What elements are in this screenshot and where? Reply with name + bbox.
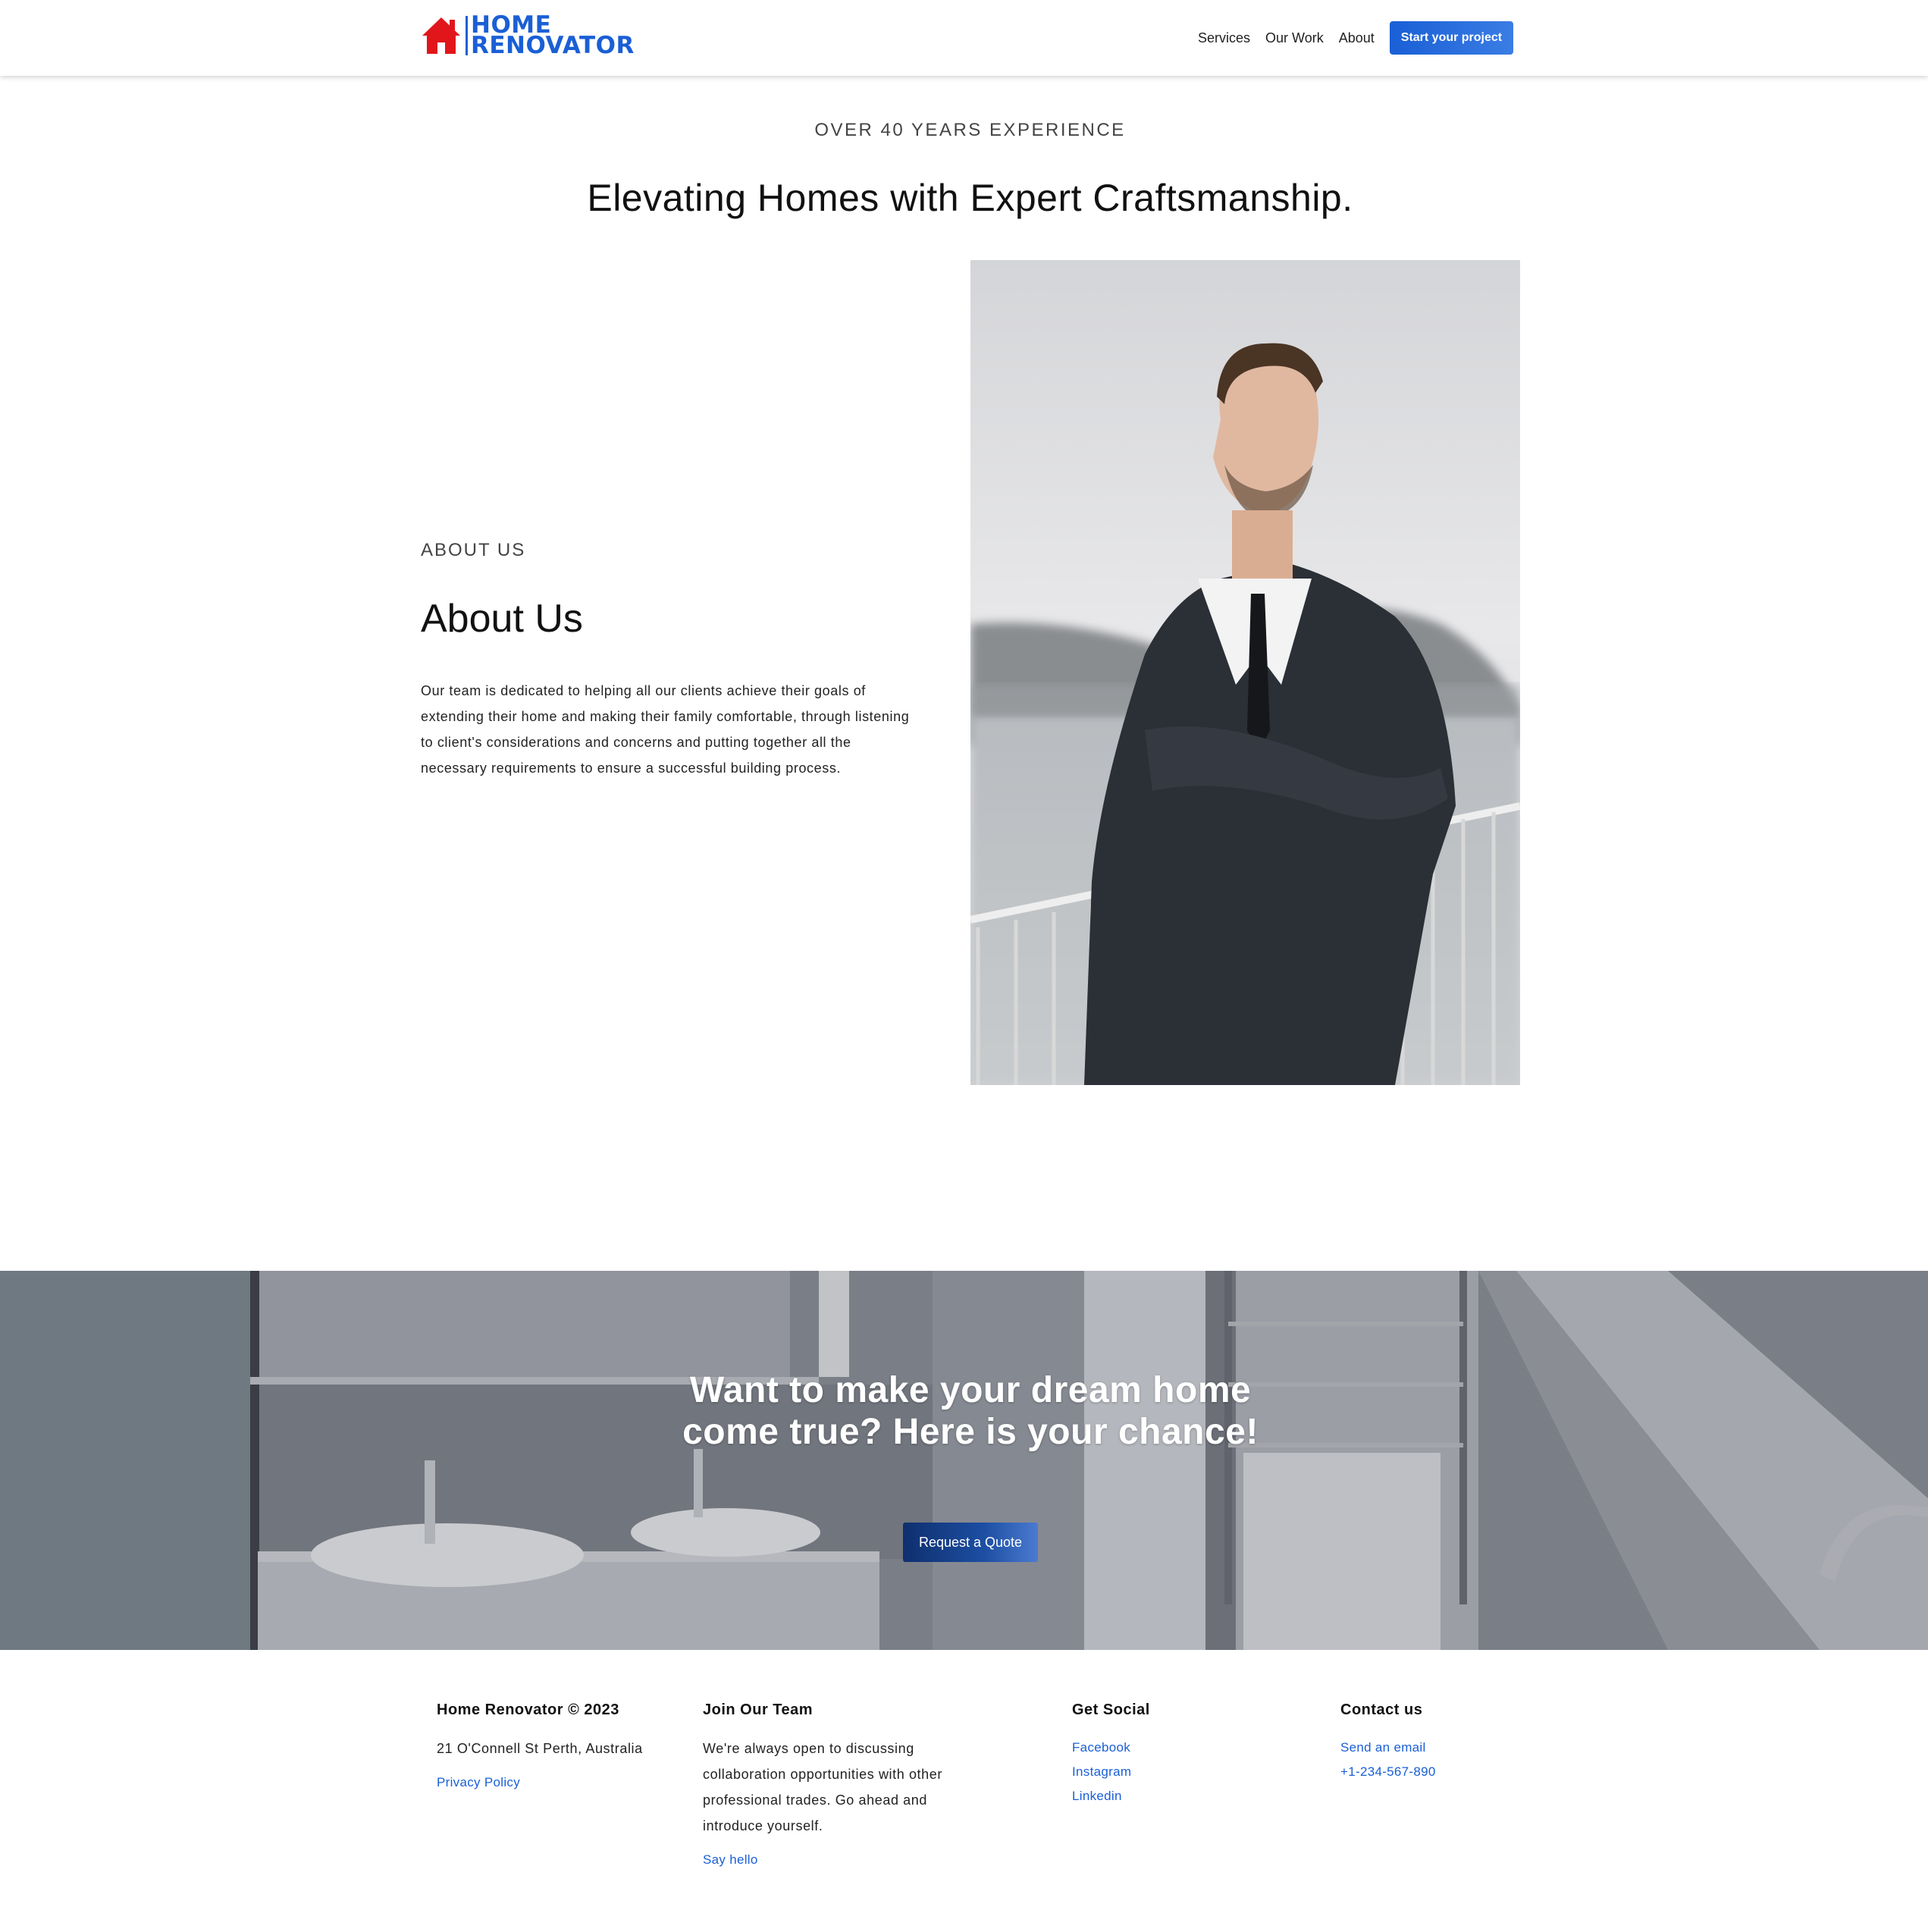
about-title: About Us bbox=[421, 597, 583, 641]
banner-title: Want to make your dream home come true? … bbox=[682, 1370, 1259, 1452]
nav-link-our-work[interactable]: Our Work bbox=[1265, 30, 1324, 46]
logo[interactable]: HOME RENOVATOR bbox=[421, 14, 635, 59]
logo-divider bbox=[466, 16, 468, 55]
logo-line-2: RENOVATOR bbox=[471, 32, 635, 59]
team-photo bbox=[970, 260, 1520, 1085]
request-quote-button[interactable]: Request a Quote bbox=[903, 1523, 1038, 1562]
footer-social-title: Get Social bbox=[1072, 1701, 1150, 1718]
main-nav: Services Our Work About Start your proje… bbox=[1198, 21, 1514, 55]
businessman-image bbox=[970, 260, 1520, 1085]
footer-contact: Contact us Send an email +1-234-567-890 bbox=[1340, 1701, 1530, 1784]
about-body: Our team is dedicated to helping all our… bbox=[421, 683, 910, 776]
hero-eyebrow: OVER 40 YEARS EXPERIENCE bbox=[814, 120, 1126, 140]
footer-contact-title: Contact us bbox=[1340, 1701, 1423, 1718]
house-logo-icon bbox=[422, 17, 460, 54]
bathroom-background-image bbox=[0, 1271, 1928, 1650]
facebook-link[interactable]: Facebook bbox=[1072, 1736, 1262, 1760]
nav-link-services[interactable]: Services bbox=[1198, 30, 1250, 46]
hero-title: Elevating Homes with Expert Craftsmanshi… bbox=[587, 177, 1353, 219]
footer-address: 21 O'Connell St Perth, Australia bbox=[437, 1741, 643, 1756]
say-hello-link[interactable]: Say hello bbox=[703, 1848, 968, 1872]
linkedin-link[interactable]: Linkedin bbox=[1072, 1784, 1262, 1808]
footer-join-team: Join Our Team We're always open to discu… bbox=[703, 1701, 968, 1872]
footer-company: Home Renovator © 2023 21 O'Connell St Pe… bbox=[437, 1701, 679, 1795]
instagram-link[interactable]: Instagram bbox=[1072, 1760, 1262, 1784]
nav-link-about[interactable]: About bbox=[1339, 30, 1375, 46]
footer-company-title: Home Renovator © 2023 bbox=[437, 1701, 619, 1718]
footer-join-title: Join Our Team bbox=[703, 1701, 814, 1718]
about-eyebrow: ABOUT US bbox=[421, 540, 526, 560]
footer-join-text: We're always open to discussing collabor… bbox=[703, 1741, 942, 1833]
start-project-button[interactable]: Start your project bbox=[1389, 21, 1514, 55]
logo-text: HOME RENOVATOR bbox=[471, 14, 635, 59]
privacy-policy-link[interactable]: Privacy Policy bbox=[437, 1770, 679, 1795]
site-header: HOME RENOVATOR Services Our Work About S… bbox=[0, 0, 1928, 76]
cta-banner: Want to make your dream home come true? … bbox=[0, 1271, 1928, 1650]
email-link[interactable]: Send an email bbox=[1340, 1736, 1530, 1760]
footer-social: Get Social Facebook Instagram Linkedin bbox=[1072, 1701, 1262, 1808]
phone-link[interactable]: +1-234-567-890 bbox=[1340, 1760, 1530, 1784]
